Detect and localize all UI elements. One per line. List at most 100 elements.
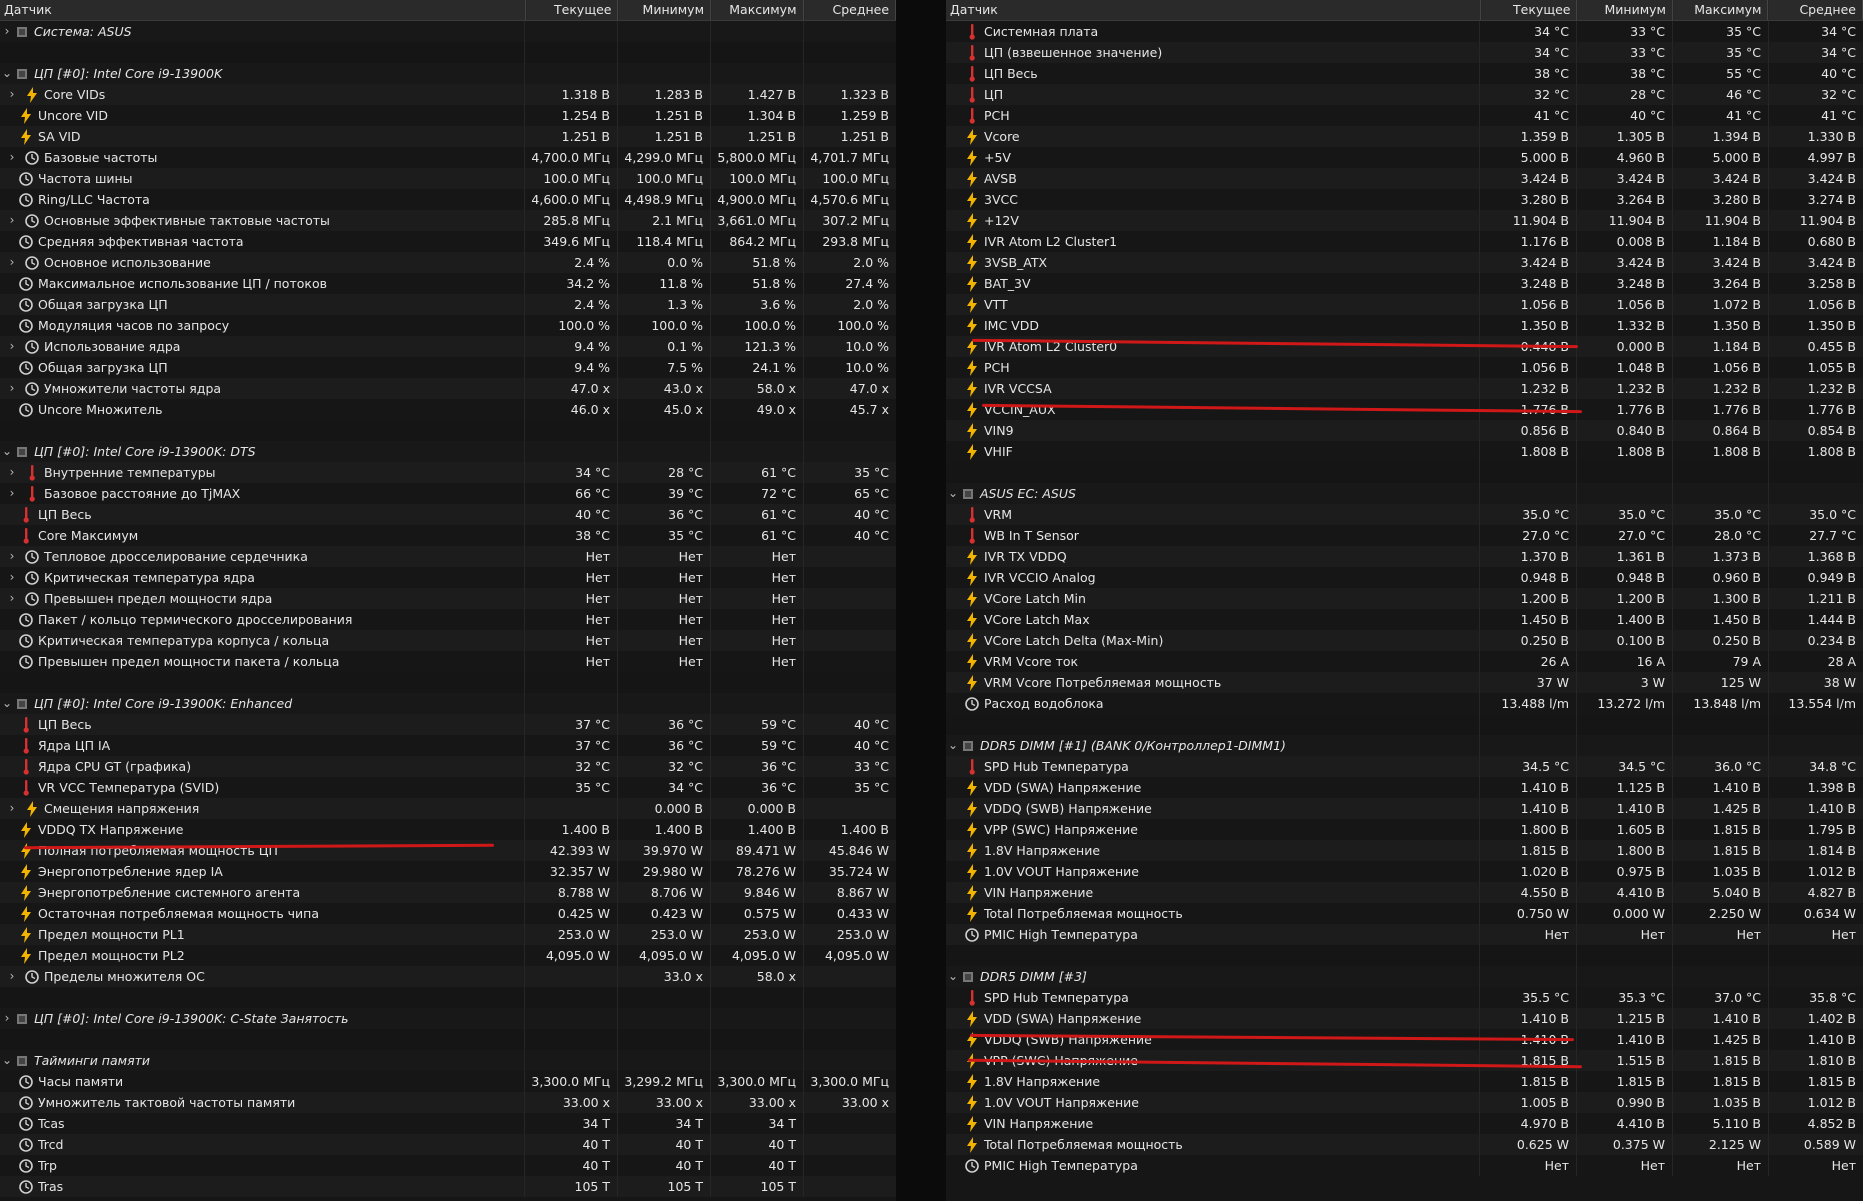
sensor-row[interactable]: › Умножители частоты ядра 47.0 x 43.0 x 58.0… bbox=[0, 378, 896, 399]
sensor-row[interactable]: VIN Напряжение 4.970 В 4.410 В 5.110 В 4.852… bbox=[946, 1113, 1863, 1134]
sensor-row[interactable]: Энергопотребление ядер IA 32.357 W 29.980 … bbox=[0, 861, 896, 882]
sensor-group-row[interactable]: ⌄ ASUS EC: ASUS bbox=[946, 483, 1863, 504]
sensor-row[interactable]: › Основные эффективные тактовые частоты 28… bbox=[0, 210, 896, 231]
sensor-row[interactable]: VCore Latch Max 1.450 В 1.400 В 1.450 В 1.44… bbox=[946, 609, 1863, 630]
expand-caret-icon[interactable]: › bbox=[5, 798, 19, 819]
column-header-min[interactable]: Минимум bbox=[1577, 0, 1673, 20]
column-header-current[interactable]: Текущее bbox=[1480, 0, 1578, 20]
expand-caret-icon[interactable]: › bbox=[5, 546, 19, 567]
column-header-avg[interactable]: Среднее bbox=[1768, 0, 1863, 20]
sensor-row[interactable]: +5V 5.000 В 4.960 В 5.000 В 4.997 В bbox=[946, 147, 1863, 168]
sensor-row[interactable]: VDDQ TX Напряжение 1.400 В 1.400 В 1.400 В1… bbox=[0, 819, 896, 840]
collapse-caret-icon[interactable]: ⌄ bbox=[946, 735, 960, 756]
sensor-row[interactable]: VDD (SWA) Напряжение 1.410 В 1.125 В 1.410 … bbox=[946, 777, 1863, 798]
sensor-row[interactable]: Средняя эффективная частота 349.6 МГц 118.… bbox=[0, 231, 896, 252]
sensor-group-row[interactable]: ⌄ DDR5 DIMM [#3] bbox=[946, 966, 1863, 987]
sensor-row[interactable]: IVR VCCIO Analog 0.948 В 0.948 В 0.960 В 0.9… bbox=[946, 567, 1863, 588]
sensor-row[interactable]: VRM Vcore Потребляемая мощность 37 W3 W 12… bbox=[946, 672, 1863, 693]
sensor-row[interactable]: Total Потребляемая мощность 0.750 W 0.000 … bbox=[946, 903, 1863, 924]
expand-caret-icon[interactable]: › bbox=[5, 966, 19, 987]
sensor-row[interactable]: › Базовые частоты 4,700.0 МГц 4,299.0 МГц 5,… bbox=[0, 147, 896, 168]
sensor-row[interactable]: › Основное использование 2.4 % 0.0 % 51.8 % 2… bbox=[0, 252, 896, 273]
sensor-row[interactable]: 3VSB_ATX 3.424 В 3.424 В 3.424 В 3.424 В bbox=[946, 252, 1863, 273]
expand-caret-icon[interactable]: › bbox=[5, 483, 19, 504]
sensor-group-row[interactable]: ⌄ ЦП [#0]: Intel Core i9-13900K: Enhanced bbox=[0, 693, 896, 714]
sensor-row[interactable]: ЦП (взвешенное значение) 34 °C 33 °C 35 °C 3… bbox=[946, 42, 1863, 63]
sensor-row[interactable]: PMIC High Температура Нет Нет Нет Нет bbox=[946, 1155, 1863, 1176]
sensor-row[interactable]: Предел мощности PL1 253.0 W 253.0 W 253.0 W… bbox=[0, 924, 896, 945]
sensor-row[interactable]: Остаточная потребляемая мощность чипа 0.4… bbox=[0, 903, 896, 924]
sensor-row[interactable]: Uncore Множитель 46.0 x 45.0 x 49.0 x 45.7 x bbox=[0, 399, 896, 420]
expand-caret-icon[interactable]: › bbox=[5, 567, 19, 588]
sensor-row[interactable]: Tras 105 T 105 T 105 T bbox=[0, 1176, 896, 1197]
expand-caret-icon[interactable]: › bbox=[5, 588, 19, 609]
sensor-row[interactable]: Trp 40 T 40 T 40 T bbox=[0, 1155, 896, 1176]
sensor-row[interactable]: Общая загрузка ЦП 9.4 % 7.5 % 24.1 % 10.0 % bbox=[0, 357, 896, 378]
column-header-max[interactable]: Максимум bbox=[711, 0, 804, 20]
sensor-row[interactable]: AVSB 3.424 В 3.424 В 3.424 В 3.424 В bbox=[946, 168, 1863, 189]
sensor-row[interactable]: SA VID 1.251 В 1.251 В 1.251 В 1.251 В bbox=[0, 126, 896, 147]
sensor-row[interactable]: Предел мощности PL2 4,095.0 W 4,095.0 W 4,0… bbox=[0, 945, 896, 966]
sensor-row[interactable]: › Базовое расстояние до TjMAX 66 °C 39 °C 72… bbox=[0, 483, 896, 504]
sensor-row[interactable]: ЦП Весь 37 °C 36 °C 59 °C 40 °C bbox=[0, 714, 896, 735]
sensor-row[interactable]: Core Максимум 38 °C 35 °C 61 °C 40 °C bbox=[0, 525, 896, 546]
sensor-row[interactable]: › Внутренние температуры 34 °C 28 °C 61 °C 35… bbox=[0, 462, 896, 483]
expand-caret-icon[interactable]: › bbox=[5, 378, 19, 399]
sensor-group-row[interactable]: ⌄ Тайминги памяти bbox=[0, 1050, 896, 1071]
sensor-row[interactable]: Превышен предел мощности пакета / кольца… bbox=[0, 651, 896, 672]
sensor-row[interactable]: Ring/LLC Частота 4,600.0 МГц 4,498.9 МГц 4,… bbox=[0, 189, 896, 210]
column-header-current[interactable]: Текущее bbox=[525, 0, 619, 20]
sensor-row[interactable]: Расход водоблока 13.488 l/m 13.272 l/m 13.8… bbox=[946, 693, 1863, 714]
expand-caret-icon[interactable]: › bbox=[5, 252, 19, 273]
sensor-row[interactable]: › Превышен предел мощности ядра Нет Нет Нет bbox=[0, 588, 896, 609]
sensor-group-row[interactable]: ⌄ ЦП [#0]: Intel Core i9-13900K: DTS bbox=[0, 441, 896, 462]
sensor-row[interactable]: PCH 1.056 В 1.048 В 1.056 В 1.055 В bbox=[946, 357, 1863, 378]
sensor-row[interactable]: SPD Hub Температура 34.5 °C 34.5 °C 36.0 °C… bbox=[946, 756, 1863, 777]
sensor-row[interactable]: ЦП 32 °C 28 °C 46 °C 32 °C bbox=[946, 84, 1863, 105]
sensor-group-row[interactable]: › ЦП [#0]: Intel Core i9-13900K: C-State … bbox=[0, 1008, 896, 1029]
sensor-row[interactable]: Total Потребляемая мощность 0.625 W 0.375 … bbox=[946, 1134, 1863, 1155]
collapse-caret-icon[interactable]: ⌄ bbox=[946, 483, 960, 504]
sensor-row[interactable]: VTT 1.056 В 1.056 В 1.072 В 1.056 В bbox=[946, 294, 1863, 315]
sensor-row[interactable]: Частота шины 100.0 МГц 100.0 МГц 100.0 МГц 1… bbox=[0, 168, 896, 189]
collapse-caret-icon[interactable]: ⌄ bbox=[0, 63, 14, 84]
expand-caret-icon[interactable]: › bbox=[5, 84, 19, 105]
sensor-row[interactable]: 1.0V VOUT Напряжение 1.020 В 0.975 В 1.035 … bbox=[946, 861, 1863, 882]
sensor-row[interactable]: WB In T Sensor 27.0 °C 27.0 °C 28.0 °C 27.7 … bbox=[946, 525, 1863, 546]
sensor-group-row[interactable]: › Система: ASUS bbox=[0, 21, 896, 42]
sensor-row[interactable]: › Core VIDs 1.318 В 1.283 В 1.427 В 1.323 В bbox=[0, 84, 896, 105]
sensor-row[interactable]: Пакет / кольцо термического дросселирова… bbox=[0, 609, 896, 630]
sensor-row[interactable]: Vcore 1.359 В 1.305 В 1.394 В 1.330 В bbox=[946, 126, 1863, 147]
sensor-group-row[interactable]: ⌄ ЦП [#0]: Intel Core i9-13900K bbox=[0, 63, 896, 84]
sensor-pane-left[interactable]: Датчик Текущее Минимум Максимум Среднее › Сис… bbox=[0, 0, 896, 1201]
sensor-row[interactable]: VIN Напряжение 4.550 В 4.410 В 5.040 В 4.827… bbox=[946, 882, 1863, 903]
expand-caret-icon[interactable]: › bbox=[5, 147, 19, 168]
sensor-row[interactable]: IMC VDD 1.350 В 1.332 В 1.350 В 1.350 В bbox=[946, 315, 1863, 336]
sensor-row[interactable]: +12V 11.904 В 11.904 В 11.904 В 11.904 В bbox=[946, 210, 1863, 231]
sensor-row[interactable]: BAT_3V 3.248 В 3.248 В 3.264 В 3.258 В bbox=[946, 273, 1863, 294]
sensor-group-row[interactable]: ⌄ DDR5 DIMM [#1] (BANK 0/Контроллер1-DIMM… bbox=[946, 735, 1863, 756]
expand-caret-icon[interactable]: › bbox=[5, 336, 19, 357]
sensor-row[interactable]: Максимальное использование ЦП / потоков 3… bbox=[0, 273, 896, 294]
sensor-row[interactable]: VRM Vcore ток 26 A 16 A 79 A 28 A bbox=[946, 651, 1863, 672]
sensor-row[interactable]: › Использование ядра 9.4 % 0.1 % 121.3 % 10.0… bbox=[0, 336, 896, 357]
sensor-row[interactable]: ЦП Весь 40 °C 36 °C 61 °C 40 °C bbox=[0, 504, 896, 525]
sensor-row[interactable]: Умножитель тактовой частоты памяти 33.00 … bbox=[0, 1092, 896, 1113]
sensor-row[interactable]: VR VCC Температура (SVID) 35 °C 34 °C 36 °C… bbox=[0, 777, 896, 798]
sensor-row[interactable]: Trcd 40 T 40 T 40 T bbox=[0, 1134, 896, 1155]
expand-caret-icon[interactable]: › bbox=[5, 210, 19, 231]
sensor-row[interactable]: Модуляция часов по запросу 100.0 % 100.0 %… bbox=[0, 315, 896, 336]
collapse-caret-icon[interactable]: ⌄ bbox=[0, 441, 14, 462]
column-header-sensor[interactable]: Датчик bbox=[0, 0, 526, 20]
sensor-row[interactable]: SPD Hub Температура 35.5 °C 35.3 °C 37.0 °C… bbox=[946, 987, 1863, 1008]
sensor-row[interactable]: VHIF 1.808 В 1.808 В 1.808 В 1.808 В bbox=[946, 441, 1863, 462]
sensor-row[interactable]: Ядра CPU GT (графика) 32 °C 32 °C 36 °C 33 °… bbox=[0, 756, 896, 777]
sensor-row[interactable]: Часы памяти 3,300.0 МГц 3,299.2 МГц 3,300.0… bbox=[0, 1071, 896, 1092]
column-header-max[interactable]: Максимум bbox=[1672, 0, 1769, 20]
sensor-row[interactable]: Системная плата 34 °C 33 °C 35 °C 34 °C bbox=[946, 21, 1863, 42]
sensor-row[interactable]: VCore Latch Delta (Max-Min) 0.250 В 0.100 … bbox=[946, 630, 1863, 651]
collapse-caret-icon[interactable]: ⌄ bbox=[0, 693, 14, 714]
sensor-row[interactable]: VPP (SWC) Напряжение 1.800 В 1.605 В 1.815 … bbox=[946, 819, 1863, 840]
expand-caret-icon[interactable]: › bbox=[0, 1008, 14, 1029]
sensor-row[interactable]: 1.8V Напряжение 1.815 В 1.800 В 1.815 В 1.81… bbox=[946, 840, 1863, 861]
